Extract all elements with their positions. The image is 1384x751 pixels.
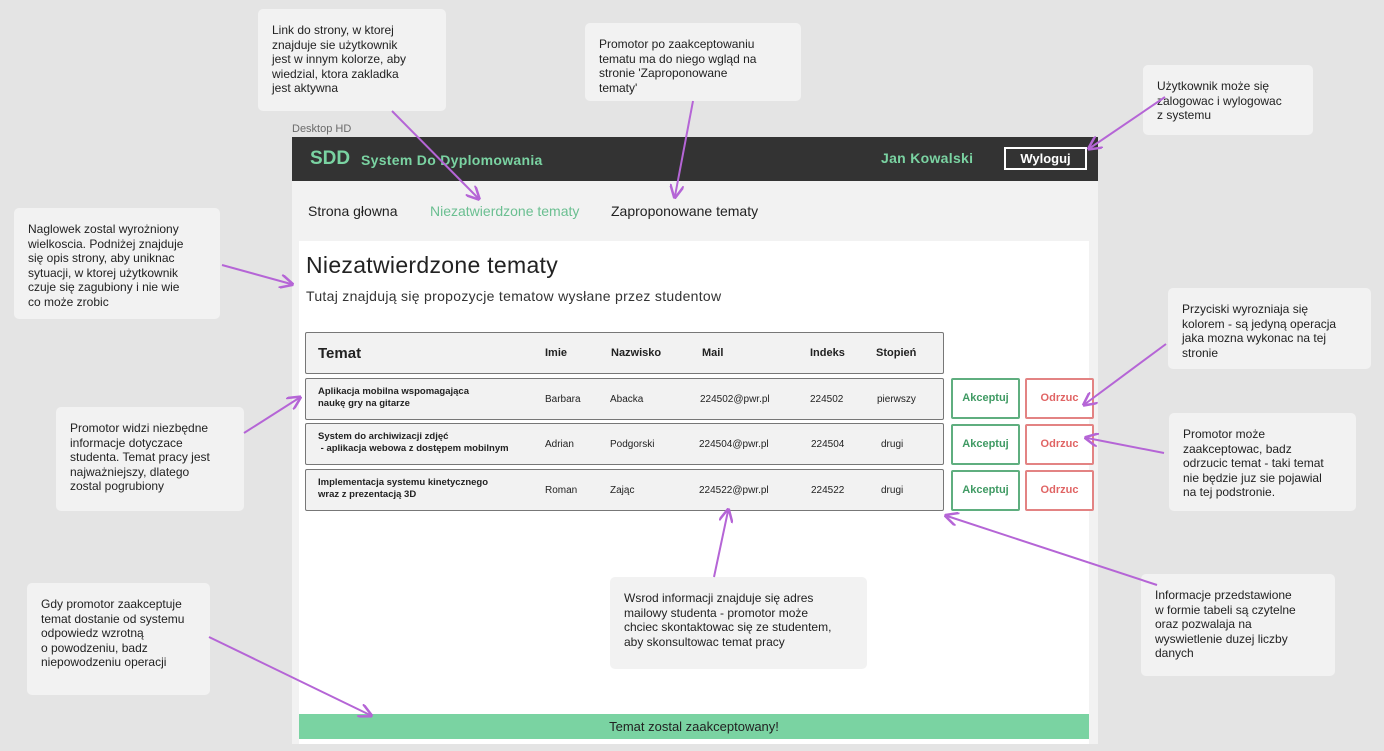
annotation-proposed-topics: Promotor po zaakceptowaniu tematu ma do … bbox=[585, 23, 801, 101]
nav-item-proposed-topics[interactable]: Zaproponowane tematy bbox=[611, 203, 758, 219]
index-cell: 224522 bbox=[811, 485, 845, 496]
first-name-cell: Roman bbox=[545, 485, 578, 496]
column-header-degree: Stopień bbox=[876, 347, 917, 359]
column-header-topic: Temat bbox=[318, 345, 362, 362]
arrow-to-page-title bbox=[221, 264, 291, 284]
table-row: Implementacja systemu kinetycznego wraz … bbox=[305, 469, 944, 511]
table-row: System do archiwizacji zdjęć - aplikacja… bbox=[305, 423, 944, 465]
last-name-cell: Zając bbox=[610, 485, 635, 496]
annotation-login-logout: Użytkownik może się zalogowac i wylogowa… bbox=[1143, 65, 1313, 135]
degree-cell: pierwszy bbox=[877, 394, 916, 405]
annotation-active-link: Link do strony, w ktorej znajduje sie uż… bbox=[258, 9, 446, 111]
app-header: SDD System Do Dyplomowania Jan Kowalski … bbox=[292, 137, 1098, 181]
topic-cell: System do archiwizacji zdjęć - aplikacja… bbox=[318, 431, 509, 454]
frame-label: Desktop HD bbox=[292, 123, 352, 135]
table-row: Aplikacja mobilna wspomagająca naukę gry… bbox=[305, 378, 944, 420]
arrow-to-accept-reject bbox=[1087, 438, 1165, 454]
user-name: Jan Kowalski bbox=[881, 150, 974, 166]
topic-cell: Implementacja systemu kinetycznego wraz … bbox=[318, 477, 489, 500]
first-name-cell: Adrian bbox=[545, 439, 574, 450]
annotation-student-mail: Wsrod informacji znajduje się adres mail… bbox=[610, 577, 867, 669]
page-description: Tutaj znajdują się propozycje tematow wy… bbox=[306, 288, 722, 304]
first-name-cell: Barbara bbox=[545, 394, 581, 405]
annotation-page-header: Naglowek zostal wyrożniony wielkoscia. P… bbox=[14, 208, 220, 319]
column-header-first-name: Imie bbox=[545, 347, 568, 359]
column-header-mail: Mail bbox=[702, 347, 724, 359]
annotation-feedback: Gdy promotor zaakceptuje temat dostanie … bbox=[27, 583, 210, 695]
annotation-accept-reject: Promotor może zaakceptowac, badz odrzuci… bbox=[1169, 413, 1356, 511]
last-name-cell: Abacka bbox=[610, 394, 644, 405]
last-name-cell: Podgorski bbox=[610, 439, 655, 450]
mail-cell: 224522@pwr.pl bbox=[699, 485, 769, 496]
brand-logo[interactable]: SDD bbox=[310, 148, 350, 170]
nav-item-unapproved-topics[interactable]: Niezatwierdzone tematy bbox=[430, 203, 579, 219]
index-cell: 224502 bbox=[810, 394, 844, 405]
page-title: Niezatwierdzone tematy bbox=[306, 252, 559, 278]
logout-button[interactable]: Wyloguj bbox=[1004, 147, 1087, 170]
topic-cell: Aplikacja mobilna wspomagająca naukę gry… bbox=[318, 386, 469, 409]
reject-button[interactable]: Odrzuc bbox=[1025, 424, 1094, 465]
arrow-to-table-row bbox=[243, 398, 299, 434]
mail-cell: 224502@pwr.pl bbox=[700, 394, 770, 405]
degree-cell: drugi bbox=[881, 439, 904, 450]
accept-button[interactable]: Akceptuj bbox=[951, 424, 1020, 465]
nav-item-home[interactable]: Strona głowna bbox=[308, 203, 398, 219]
reject-button[interactable]: Odrzuc bbox=[1025, 378, 1094, 419]
annotation-table-format: Informacje przedstawione w formie tabeli… bbox=[1141, 574, 1335, 676]
table-header: Temat Imie Nazwisko Mail Indeks Stopień bbox=[305, 332, 944, 374]
success-toast: Temat zostal zaakceptowany! bbox=[299, 714, 1089, 739]
index-cell: 224504 bbox=[811, 439, 845, 450]
annotation-student-info: Promotor widzi niezbędne informacje doty… bbox=[56, 407, 244, 511]
accept-button[interactable]: Akceptuj bbox=[951, 378, 1020, 419]
brand-name: System Do Dyplomowania bbox=[361, 152, 543, 168]
accept-button[interactable]: Akceptuj bbox=[951, 470, 1020, 511]
mail-cell: 224504@pwr.pl bbox=[699, 439, 769, 450]
degree-cell: drugi bbox=[881, 485, 904, 496]
column-header-last-name: Nazwisko bbox=[611, 347, 662, 359]
annotation-buttons-color: Przyciski wyrozniaja się kolorem - są je… bbox=[1168, 288, 1371, 369]
reject-button[interactable]: Odrzuc bbox=[1025, 470, 1094, 511]
column-header-index: Indeks bbox=[810, 347, 845, 359]
